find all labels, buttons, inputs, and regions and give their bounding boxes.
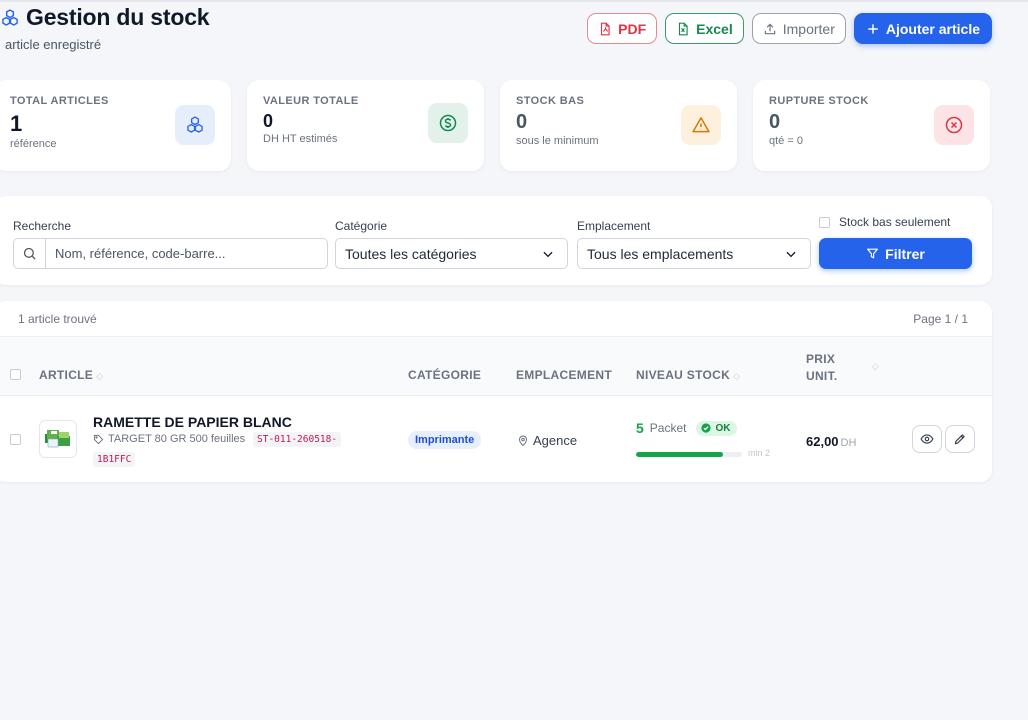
product-meta-text: TARGET 80 GR 500 feuilles — [108, 433, 246, 445]
stat-card-total-articles: TOTAL ARTICLES 1 référence — [0, 80, 231, 171]
stock-minimum: min 2 — [748, 448, 771, 458]
product-name[interactable]: RAMETTE DE PAPIER BLANC — [93, 414, 292, 430]
search-input[interactable] — [46, 246, 316, 261]
location-label: Emplacement — [577, 219, 651, 233]
low-stock-toggle[interactable]: Stock bas seulement — [819, 215, 950, 229]
tag-icon — [93, 434, 104, 444]
page-title: Gestion du stock — [26, 4, 210, 30]
cubes-icon — [2, 8, 18, 26]
location-cell: Agence — [517, 433, 577, 448]
stat-icon-box — [428, 103, 468, 143]
filter-button-label: Filtrer — [885, 245, 925, 262]
column-header-article[interactable]: ARTICLE ◇ — [39, 368, 103, 382]
row-checkbox[interactable] — [10, 434, 21, 445]
add-article-label: Ajouter article — [885, 20, 980, 37]
category-label: Catégorie — [335, 219, 388, 233]
stock-cell: 5 Packet OK — [636, 420, 738, 436]
location-select-value: Tous les emplacements — [587, 245, 734, 262]
stat-card-low-stock: STOCK BAS 0 sous le minimum — [500, 80, 737, 171]
category-badge: Imprimante — [408, 431, 482, 449]
export-pdf-button[interactable]: PDF — [587, 13, 658, 44]
category-select[interactable]: Toutes les catégories — [335, 238, 568, 269]
unit-price-currency: DH — [840, 437, 857, 449]
search-label: Recherche — [13, 219, 72, 233]
file-pdf-icon — [601, 22, 610, 35]
chevron-down-icon — [786, 251, 796, 257]
check-circle-icon — [701, 423, 712, 433]
export-pdf-label: PDF — [618, 20, 647, 37]
add-article-button[interactable]: Ajouter article — [853, 13, 992, 44]
stats-row: TOTAL ARTICLES 1 référence VALEUR TOTALE… — [0, 80, 990, 171]
product-meta: TARGET 80 GR 500 feuilles — [93, 433, 245, 445]
import-button[interactable]: Importer — [751, 13, 846, 44]
filter-panel: Recherche Catégorie Toutes les catégorie… — [0, 196, 992, 285]
x-circle-icon — [945, 116, 963, 134]
column-header-price-line1: PRIX — [806, 352, 836, 366]
plus-icon — [868, 23, 878, 34]
stat-card-total-value: VALEUR TOTALE 0 DH HT estimés — [247, 80, 484, 171]
stock-status-text: OK — [715, 422, 731, 434]
view-article-button[interactable] — [912, 425, 942, 453]
sort-icon: ◇ — [733, 371, 741, 381]
unit-price: 62,00 DH — [806, 434, 856, 449]
page-subtitle: article enregistré — [5, 37, 102, 52]
export-excel-button[interactable]: Excel — [665, 13, 744, 44]
file-excel-icon — [679, 22, 688, 35]
column-header-category: CATÉGORIE — [408, 368, 482, 382]
result-count: 1 article trouvé — [18, 311, 97, 326]
upload-icon — [764, 23, 775, 34]
table-summary-bar: 1 article trouvé Page 1 / 1 — [0, 301, 992, 337]
articles-table-card: 1 article trouvé Page 1 / 1 ARTICLE ◇ CAT… — [0, 301, 992, 482]
product-sku-part1: ST-011-260518- — [253, 432, 342, 447]
filter-button[interactable]: Filtrer — [819, 238, 972, 269]
location-text: Agence — [533, 433, 578, 448]
select-all-checkbox[interactable] — [10, 369, 21, 380]
location-select[interactable]: Tous les emplacements — [577, 238, 811, 269]
column-header-price-line2: UNIT. — [806, 369, 838, 383]
stock-level-fill — [636, 452, 723, 457]
cubes-icon — [187, 116, 203, 133]
search-icon — [14, 239, 46, 268]
import-label: Importer — [782, 20, 835, 37]
column-header-article-label: ARTICLE — [39, 368, 94, 382]
column-header-location: EMPLACEMENT — [516, 368, 612, 382]
stat-icon-box — [681, 105, 721, 145]
table-row: RAMETTE DE PAPIER BLANC TARGET 80 GR 500… — [0, 396, 992, 481]
warning-icon — [692, 117, 710, 133]
unit-price-value: 62,00 — [806, 434, 839, 449]
product-thumbnail — [39, 420, 77, 458]
edit-article-button[interactable] — [945, 425, 975, 453]
funnel-icon — [867, 248, 879, 259]
table-header-row: ARTICLE ◇ CATÉGORIE EMPLACEMENT NIVEAU ST… — [0, 337, 992, 396]
column-header-stock[interactable]: NIVEAU STOCK ◇ — [636, 368, 740, 382]
stat-icon-box — [175, 105, 215, 145]
header-actions: PDF Excel Importer Ajouter article — [587, 13, 992, 44]
category-select-value: Toutes les catégories — [345, 245, 477, 262]
stock-status-badge: OK — [696, 420, 738, 436]
pagination-text: Page 1 / 1 — [913, 311, 968, 326]
pencil-icon — [954, 434, 965, 445]
top-border — [0, 0, 1028, 2]
stock-level-bar — [636, 452, 742, 457]
export-excel-label: Excel — [696, 20, 733, 37]
search-field[interactable] — [13, 238, 328, 269]
column-header-price[interactable]: PRIX UNIT. — [806, 351, 838, 385]
column-header-stock-label: NIVEAU STOCK — [636, 368, 731, 382]
page-header: Gestion du stock — [0, 4, 210, 31]
low-stock-label: Stock bas seulement — [839, 215, 951, 229]
chevron-down-icon — [543, 251, 553, 257]
map-pin-icon — [518, 435, 528, 446]
product-sku-part2: 1B1FFC — [93, 452, 136, 467]
stock-unit: Packet — [649, 421, 687, 435]
sort-icon: ◇ — [96, 371, 104, 381]
stat-icon-box — [934, 105, 974, 145]
dollar-coin-icon — [439, 114, 457, 132]
low-stock-checkbox[interactable] — [819, 216, 830, 228]
sort-icon[interactable]: ◇ — [872, 361, 879, 372]
stat-card-out-of-stock: RUPTURE STOCK 0 qté = 0 — [753, 80, 990, 171]
stock-quantity: 5 — [636, 420, 644, 436]
eye-icon — [920, 434, 934, 444]
